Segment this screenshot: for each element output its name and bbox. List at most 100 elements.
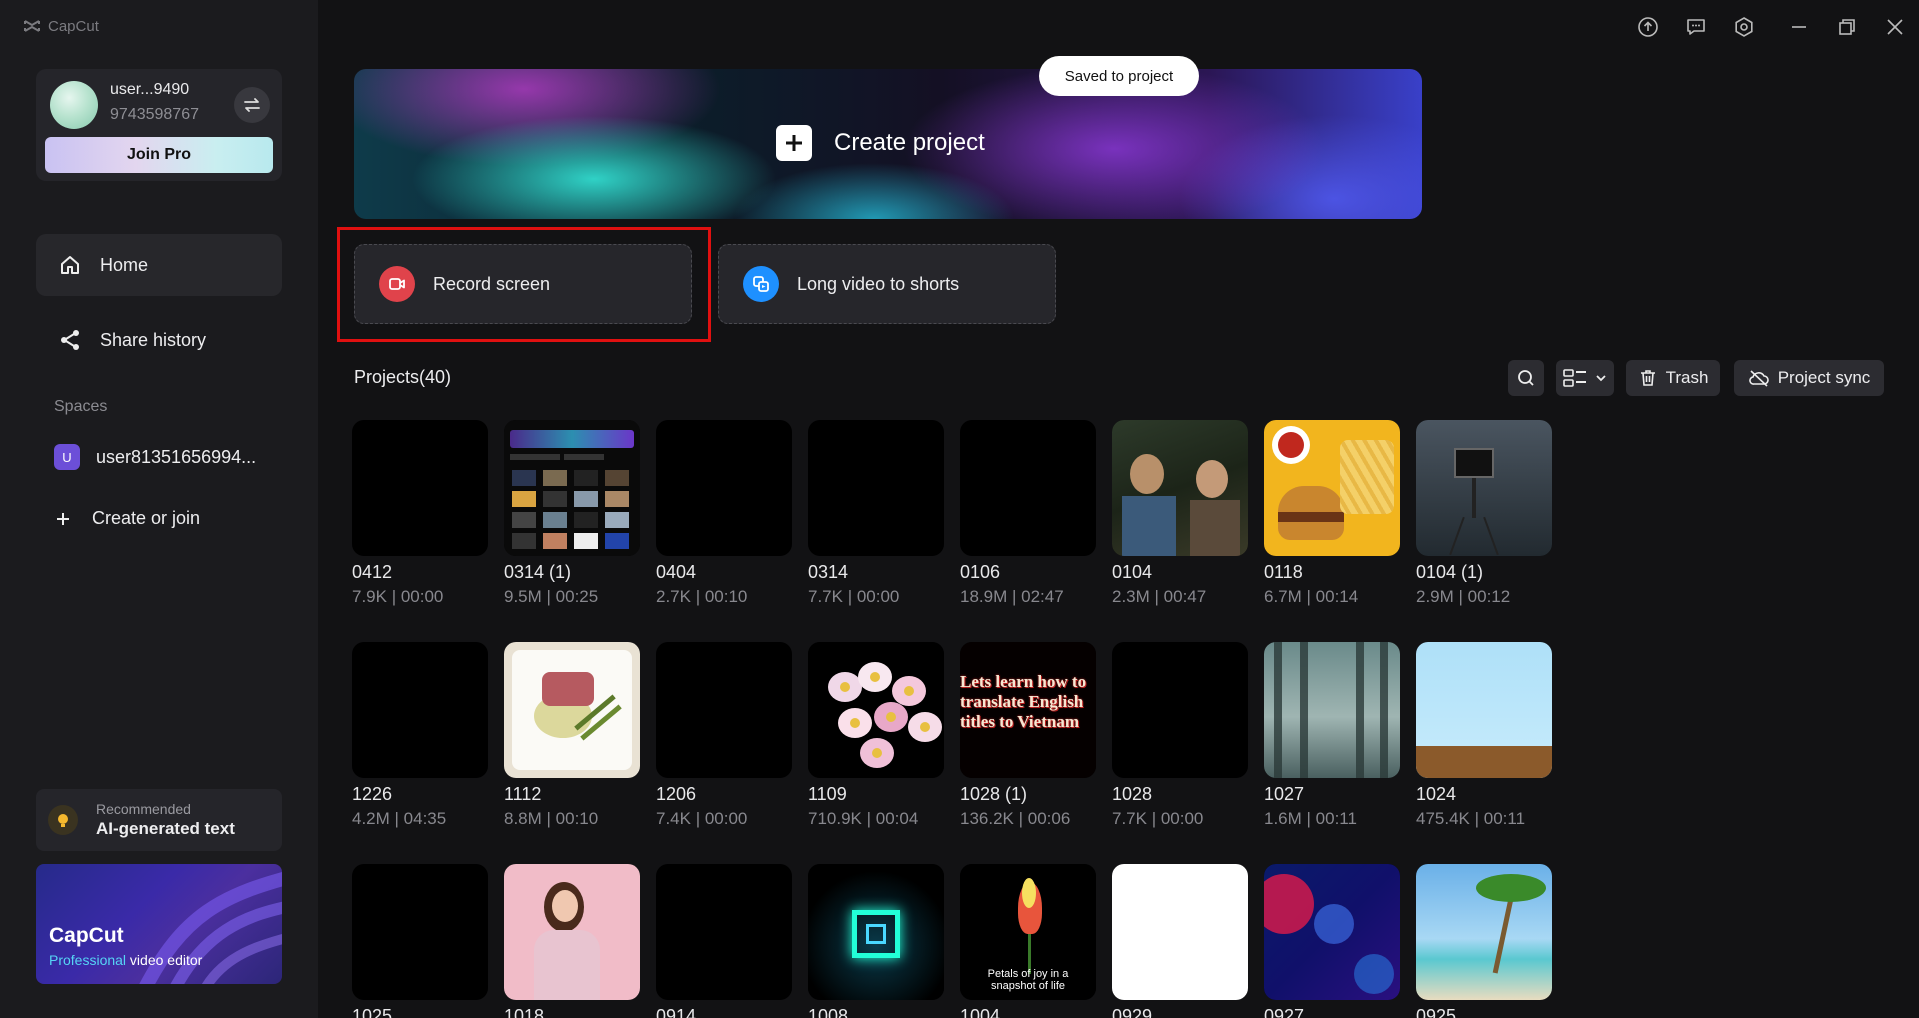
capcut-promo-banner[interactable]: CapCut Professional video editor bbox=[36, 864, 282, 984]
switch-account-button[interactable] bbox=[234, 87, 270, 123]
project-name: 0927 bbox=[1264, 1006, 1305, 1018]
project-card[interactable]: 1206 7.4K | 00:00 bbox=[656, 642, 792, 829]
project-card[interactable]: 1226 4.2M | 04:35 bbox=[352, 642, 488, 829]
project-thumbnail[interactable] bbox=[504, 420, 640, 556]
project-thumbnail[interactable] bbox=[352, 420, 488, 556]
project-card[interactable]: 1024 475.4K | 00:11 bbox=[1416, 642, 1552, 829]
project-card[interactable]: 0404 2.7K | 00:10 bbox=[656, 420, 792, 607]
project-card[interactable]: 1008 bbox=[808, 864, 944, 1018]
long-video-to-shorts-button[interactable]: Long video to shorts bbox=[718, 244, 1056, 324]
create-or-join-button[interactable]: Create or join bbox=[56, 508, 200, 529]
settings-button[interactable] bbox=[1732, 15, 1756, 39]
project-thumbnail[interactable] bbox=[1416, 420, 1552, 556]
recommended-title: AI-generated text bbox=[96, 819, 235, 838]
promo-subtitle: Professional video editor bbox=[49, 952, 202, 968]
project-name: 1226 bbox=[352, 784, 393, 804]
project-card[interactable]: Petals of joy in a snapshot of life 1004 bbox=[960, 864, 1096, 1018]
project-card[interactable]: 0314 (1) 9.5M | 00:25 bbox=[504, 420, 640, 607]
project-thumbnail[interactable] bbox=[1264, 420, 1400, 556]
project-card[interactable]: 1027 1.6M | 00:11 bbox=[1264, 642, 1400, 829]
project-thumbnail[interactable] bbox=[1112, 864, 1248, 1000]
cloud-sync-icon bbox=[1748, 370, 1769, 387]
project-thumbnail[interactable] bbox=[656, 642, 792, 778]
sidebar-item-share-history[interactable]: Share history bbox=[36, 309, 282, 371]
project-sync-button[interactable]: Project sync bbox=[1734, 360, 1884, 396]
switch-account-icon bbox=[244, 98, 260, 112]
project-thumbnail[interactable] bbox=[808, 642, 944, 778]
close-button[interactable] bbox=[1883, 15, 1907, 39]
create-project-button[interactable]: Create project bbox=[354, 69, 1422, 219]
project-thumbnail[interactable] bbox=[960, 420, 1096, 556]
project-card[interactable]: 1018 bbox=[504, 864, 640, 1018]
user-card: user...9490 9743598767 Join Pro bbox=[36, 69, 282, 181]
restore-icon bbox=[1839, 19, 1855, 35]
project-card[interactable]: 0314 7.7K | 00:00 bbox=[808, 420, 944, 607]
highlight-box bbox=[337, 227, 711, 342]
project-card[interactable]: 0927 bbox=[1264, 864, 1400, 1018]
search-button[interactable] bbox=[1508, 360, 1544, 396]
project-card[interactable]: 0104 (1) 2.9M | 00:12 bbox=[1416, 420, 1552, 607]
long-video-label: Long video to shorts bbox=[797, 273, 960, 294]
view-toggle-button[interactable] bbox=[1556, 360, 1614, 396]
project-sync-label: Project sync bbox=[1777, 368, 1871, 387]
project-name: 1008 bbox=[808, 1006, 849, 1018]
project-card[interactable]: 1109 710.9K | 00:04 bbox=[808, 642, 944, 829]
project-thumbnail[interactable] bbox=[808, 420, 944, 556]
chevron-down-icon bbox=[1596, 375, 1606, 382]
app-logo-text: CapCut bbox=[48, 17, 99, 35]
project-thumbnail[interactable]: Lets learn how to translate English titl… bbox=[960, 642, 1096, 778]
project-name: 0104 (1) bbox=[1416, 562, 1484, 582]
close-icon bbox=[1887, 19, 1903, 35]
project-card[interactable]: 0914 bbox=[656, 864, 792, 1018]
project-thumbnail[interactable] bbox=[352, 642, 488, 778]
avatar[interactable] bbox=[50, 81, 98, 129]
upload-button[interactable] bbox=[1636, 15, 1660, 39]
project-thumbnail[interactable] bbox=[656, 420, 792, 556]
project-thumbnail[interactable] bbox=[808, 864, 944, 1000]
project-thumbnail[interactable] bbox=[1264, 864, 1400, 1000]
plus-icon bbox=[776, 125, 812, 161]
join-pro-button[interactable]: Join Pro bbox=[45, 137, 273, 173]
trash-icon bbox=[1640, 370, 1655, 386]
project-card[interactable]: 1028 7.7K | 00:00 bbox=[1112, 642, 1248, 829]
project-name: 1027 bbox=[1264, 784, 1305, 804]
project-meta: 710.9K | 00:04 bbox=[808, 809, 919, 828]
project-thumbnail[interactable] bbox=[504, 864, 640, 1000]
project-thumbnail[interactable] bbox=[1112, 420, 1248, 556]
project-card[interactable]: 0106 18.9M | 02:47 bbox=[960, 420, 1096, 607]
project-name: 1112 bbox=[504, 784, 542, 804]
project-card[interactable]: 0104 2.3M | 00:47 bbox=[1112, 420, 1248, 607]
project-meta: 7.9K | 00:00 bbox=[352, 587, 444, 606]
project-thumbnail[interactable] bbox=[352, 864, 488, 1000]
shorts-icon bbox=[743, 266, 779, 302]
project-card[interactable]: 0412 7.9K | 00:00 bbox=[352, 420, 488, 607]
project-thumbnail[interactable] bbox=[1416, 864, 1552, 1000]
project-thumbnail[interactable] bbox=[656, 864, 792, 1000]
space-badge: U bbox=[54, 444, 80, 470]
project-card[interactable]: 0118 6.7M | 00:14 bbox=[1264, 420, 1400, 607]
project-thumbnail[interactable] bbox=[504, 642, 640, 778]
project-card[interactable]: 1112 8.8M | 00:10 bbox=[504, 642, 640, 829]
project-meta: 9.5M | 00:25 bbox=[504, 587, 599, 606]
project-meta: 2.7K | 00:10 bbox=[656, 587, 748, 606]
search-icon bbox=[1518, 370, 1534, 386]
sidebar-item-home[interactable]: Home bbox=[36, 234, 282, 296]
project-thumbnail[interactable] bbox=[1112, 642, 1248, 778]
trash-button[interactable]: Trash bbox=[1626, 360, 1720, 396]
project-card[interactable]: 1025 bbox=[352, 864, 488, 1018]
feedback-button[interactable] bbox=[1684, 15, 1708, 39]
project-thumbnail[interactable]: Petals of joy in a snapshot of life bbox=[960, 864, 1096, 1000]
project-thumbnail[interactable] bbox=[1264, 642, 1400, 778]
project-thumbnail[interactable] bbox=[1416, 642, 1552, 778]
restore-button[interactable] bbox=[1835, 15, 1859, 39]
minimize-button[interactable] bbox=[1787, 15, 1811, 39]
project-card[interactable]: 0929 bbox=[1112, 864, 1248, 1018]
recommended-card[interactable]: Recommended AI-generated text bbox=[36, 789, 282, 851]
project-name: 0106 bbox=[960, 562, 1001, 582]
project-card[interactable]: Lets learn how to translate English titl… bbox=[960, 642, 1096, 829]
grid-view-icon bbox=[1563, 369, 1586, 387]
sidebar-item-label: Share history bbox=[100, 329, 207, 350]
recommended-label: Recommended bbox=[96, 801, 191, 817]
sidebar-item-space[interactable]: U user81351656994... bbox=[54, 444, 256, 470]
project-card[interactable]: 0925 bbox=[1416, 864, 1552, 1018]
